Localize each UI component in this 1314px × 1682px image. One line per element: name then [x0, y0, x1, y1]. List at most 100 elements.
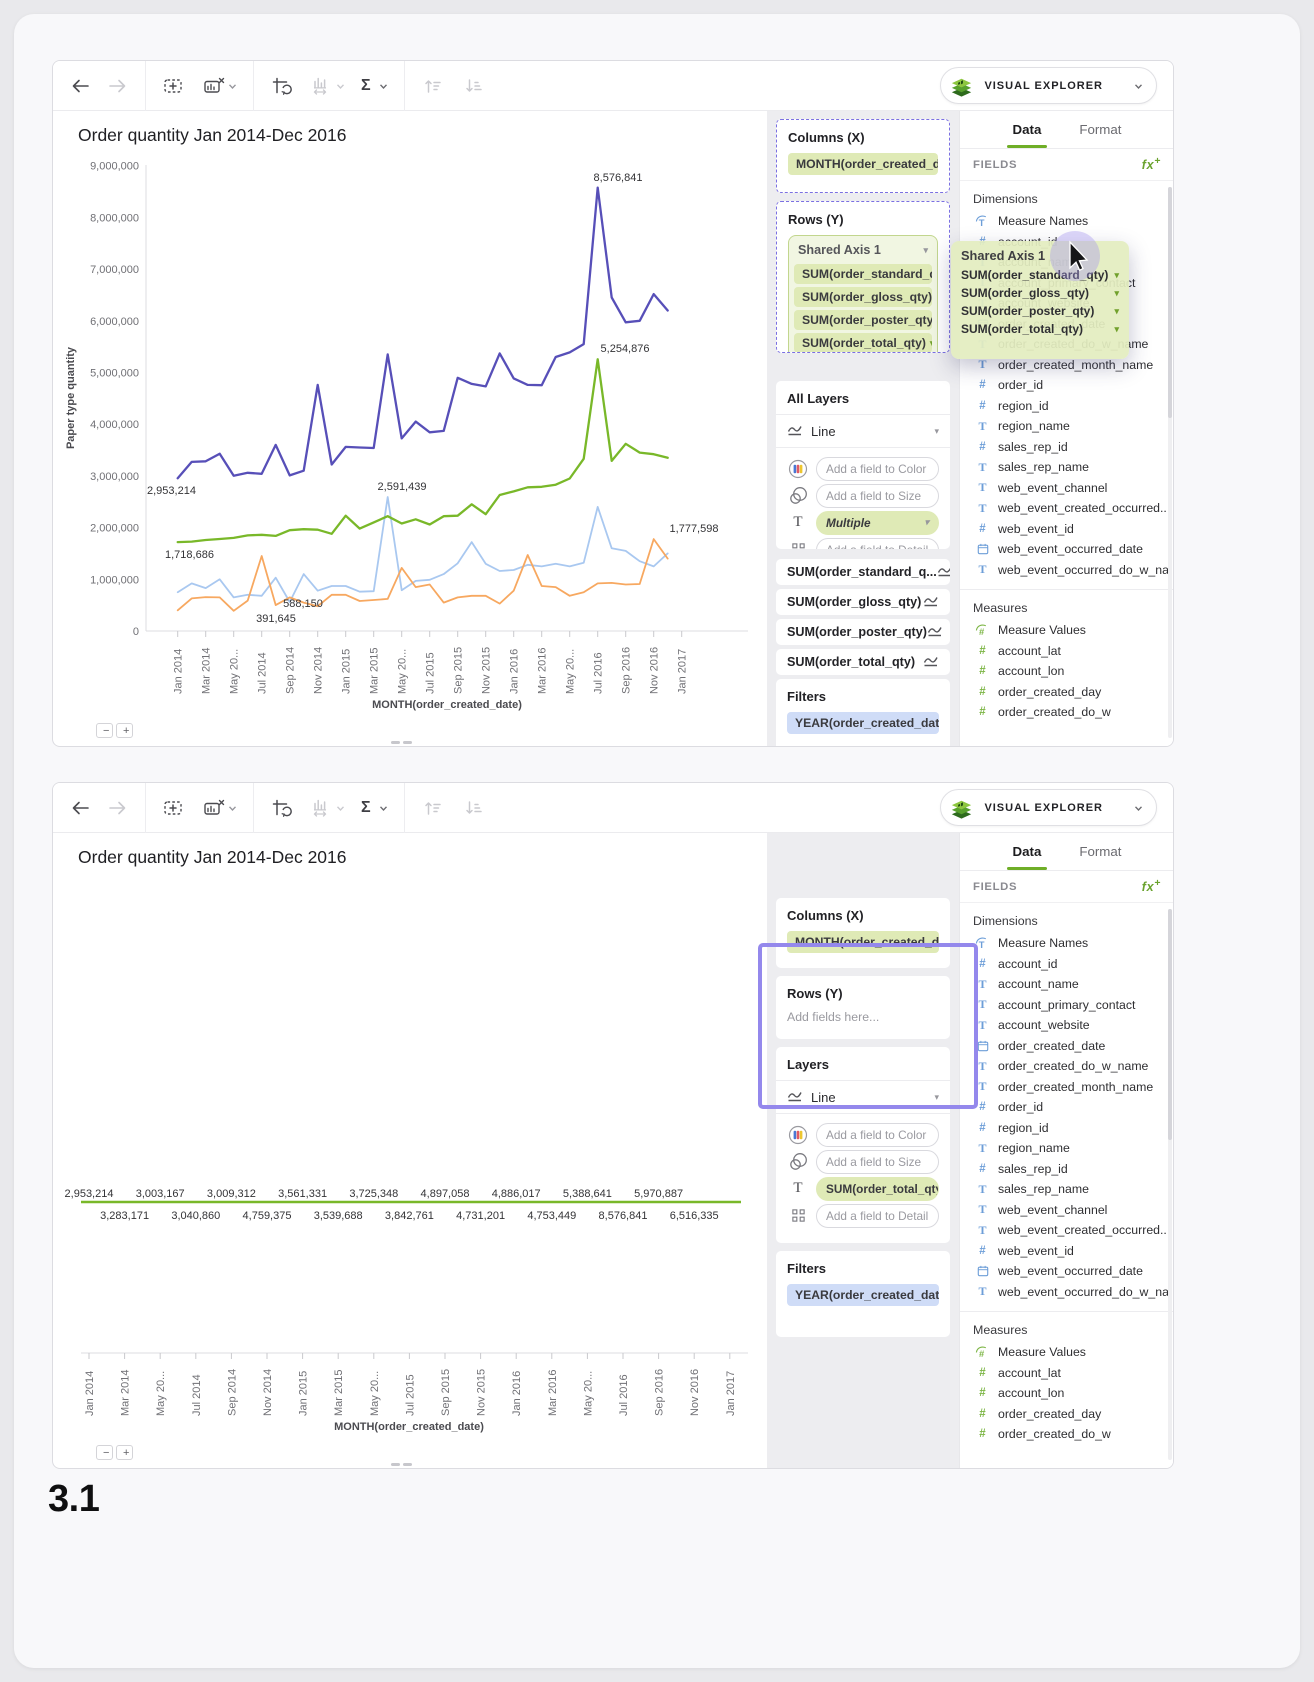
field-item[interactable]: Tweb_event_occurred_do_w_na...: [960, 560, 1174, 581]
field-item[interactable]: Tregion_name: [960, 1138, 1174, 1159]
field-item[interactable]: #web_event_id: [960, 1241, 1174, 1262]
field-item[interactable]: web_event_occurred_date: [960, 1261, 1174, 1282]
text-field-well[interactable]: Multiple▾: [816, 511, 939, 535]
layer-row-3[interactable]: SUM(order_poster_qty): [776, 619, 950, 645]
forward-button[interactable]: [107, 797, 129, 819]
field-item[interactable]: #web_event_id: [960, 519, 1174, 540]
field-item[interactable]: Taccount_primary_contact: [960, 995, 1174, 1016]
line-chart[interactable]: 01,000,0002,000,0003,000,0004,000,0005,0…: [53, 111, 767, 746]
shared-axis-field-pill[interactable]: SUM(order_standard_qty)▾: [794, 264, 932, 284]
line-chart[interactable]: Jan 2014Mar 2014May 20...Jul 2014Sep 201…: [53, 833, 767, 1468]
field-item[interactable]: #account_lat: [960, 641, 1174, 662]
field-item[interactable]: #account_id: [960, 954, 1174, 975]
back-button[interactable]: [69, 75, 91, 97]
field-item[interactable]: Torder_created_month_name: [960, 1077, 1174, 1098]
zoom-in-button[interactable]: +: [116, 723, 133, 738]
sort-ascending-button[interactable]: [421, 797, 445, 819]
add-calculated-field-button[interactable]: fx+: [1142, 156, 1161, 172]
sort-descending-button[interactable]: [461, 797, 485, 819]
zoom-out-button[interactable]: −: [96, 723, 113, 738]
field-item[interactable]: Tweb_event_occurred_do_w_na...: [960, 1282, 1174, 1303]
field-item[interactable]: #account_lat: [960, 1363, 1174, 1384]
rows-placeholder[interactable]: Add fields here...: [787, 1010, 939, 1024]
tab-data[interactable]: Data: [1013, 833, 1042, 870]
add-calculated-field-button[interactable]: fx+: [1142, 878, 1161, 894]
field-item[interactable]: Taccount_name: [960, 974, 1174, 995]
scrollbar[interactable]: [1168, 909, 1172, 1460]
tab-format[interactable]: Format: [1079, 833, 1121, 870]
field-item[interactable]: #account_lon: [960, 661, 1174, 682]
shared-axis-field-pill[interactable]: SUM(order_poster_qty)▾: [794, 310, 932, 330]
visual-explorer-menu-button[interactable]: VISUAL EXPLORER: [940, 67, 1157, 104]
size-field-well[interactable]: Add a field to Size: [816, 1150, 939, 1174]
field-item[interactable]: web_event_occurred_date: [960, 539, 1174, 560]
zoom-in-button[interactable]: +: [116, 1445, 133, 1460]
size-field-well[interactable]: Add a field to Size: [816, 484, 939, 508]
field-item[interactable]: #order_created_do_w: [960, 1424, 1174, 1445]
field-item[interactable]: Torder_created_do_w_name: [960, 1056, 1174, 1077]
field-item[interactable]: #order_id: [960, 1097, 1174, 1118]
field-item[interactable]: Tweb_event_created_occurred...: [960, 498, 1174, 519]
field-item[interactable]: #region_id: [960, 1118, 1174, 1139]
field-item[interactable]: Tweb_event_created_occurred...: [960, 1220, 1174, 1241]
scrollbar[interactable]: [1168, 187, 1172, 738]
field-item[interactable]: #order_created_day: [960, 682, 1174, 703]
color-field-well[interactable]: Add a field to Color: [816, 457, 939, 481]
columns-shelf[interactable]: Columns (X) MONTH(order_created_d...▾: [776, 898, 950, 968]
field-item[interactable]: order_created_date: [960, 1036, 1174, 1057]
bar-width-button[interactable]: [310, 797, 345, 819]
tab-format[interactable]: Format: [1079, 111, 1121, 148]
detail-field-well[interactable]: Add a field to Detail: [816, 538, 939, 550]
add-visualization-button[interactable]: [162, 797, 186, 819]
field-item[interactable]: #order_created_day: [960, 1404, 1174, 1425]
remove-visualization-button[interactable]: [202, 797, 237, 819]
field-item[interactable]: #Measure Values: [960, 620, 1174, 641]
color-field-well[interactable]: Add a field to Color: [816, 1123, 939, 1147]
filter-pill[interactable]: YEAR(order_created_date)▾: [787, 1284, 939, 1306]
rows-shelf[interactable]: Rows (Y) Shared Axis 1▾ SUM(order_standa…: [776, 201, 950, 353]
field-item[interactable]: #order_id: [960, 375, 1174, 396]
aggregate-button[interactable]: Σ: [361, 799, 388, 817]
columns-field-pill[interactable]: MONTH(order_created_d...▾: [788, 153, 938, 175]
layer-row-4[interactable]: SUM(order_total_qty): [776, 649, 950, 675]
shared-axis-field-pill[interactable]: SUM(order_total_qty)▾: [794, 333, 932, 353]
columns-shelf[interactable]: Columns (X) MONTH(order_created_d...▾: [776, 119, 950, 193]
field-item[interactable]: #sales_rep_id: [960, 1159, 1174, 1180]
shared-axis-group[interactable]: Shared Axis 1▾ SUM(order_standard_qty)▾S…: [788, 235, 938, 353]
field-item[interactable]: #Measure Values: [960, 1342, 1174, 1363]
viz-type-dropdown[interactable]: Line ▾: [787, 1089, 939, 1105]
forward-button[interactable]: [107, 75, 129, 97]
swap-axes-button[interactable]: [270, 797, 294, 819]
detail-field-well[interactable]: Add a field to Detail: [816, 1204, 939, 1228]
remove-visualization-button[interactable]: [202, 75, 237, 97]
horizontal-scroll-handle[interactable]: [391, 1463, 412, 1466]
rows-shelf[interactable]: Rows (Y) Add fields here...: [776, 976, 950, 1039]
add-visualization-button[interactable]: [162, 75, 186, 97]
sort-ascending-button[interactable]: [421, 75, 445, 97]
layer-row-2[interactable]: SUM(order_gloss_qty): [776, 589, 950, 615]
field-item[interactable]: Tregion_name: [960, 416, 1174, 437]
viz-type-dropdown[interactable]: Line ▾: [787, 423, 939, 439]
swap-axes-button[interactable]: [270, 75, 294, 97]
field-item[interactable]: Taccount_website: [960, 1015, 1174, 1036]
field-item[interactable]: Tsales_rep_name: [960, 1179, 1174, 1200]
columns-field-pill[interactable]: MONTH(order_created_d...▾: [787, 931, 939, 953]
field-item[interactable]: Tweb_event_channel: [960, 1200, 1174, 1221]
aggregate-button[interactable]: Σ: [361, 77, 388, 95]
field-item[interactable]: #account_lon: [960, 1383, 1174, 1404]
zoom-out-button[interactable]: −: [96, 1445, 113, 1460]
back-button[interactable]: [69, 797, 91, 819]
field-item[interactable]: TMeasure Names: [960, 933, 1174, 954]
field-item[interactable]: #sales_rep_id: [960, 437, 1174, 458]
filter-pill[interactable]: YEAR(order_created_date)▾: [787, 712, 939, 734]
sort-descending-button[interactable]: [461, 75, 485, 97]
visual-explorer-menu-button[interactable]: VISUAL EXPLORER: [940, 789, 1157, 826]
horizontal-scroll-handle[interactable]: [391, 741, 412, 744]
shared-axis-field-pill[interactable]: SUM(order_gloss_qty)▾: [794, 287, 932, 307]
text-field-well[interactable]: SUM(order_total_qty)▾: [816, 1177, 939, 1201]
tab-data[interactable]: Data: [1013, 111, 1042, 148]
field-item[interactable]: #region_id: [960, 396, 1174, 417]
layer-row-1[interactable]: SUM(order_standard_q...: [776, 559, 950, 585]
field-item[interactable]: Tsales_rep_name: [960, 457, 1174, 478]
field-item[interactable]: Tweb_event_channel: [960, 478, 1174, 499]
